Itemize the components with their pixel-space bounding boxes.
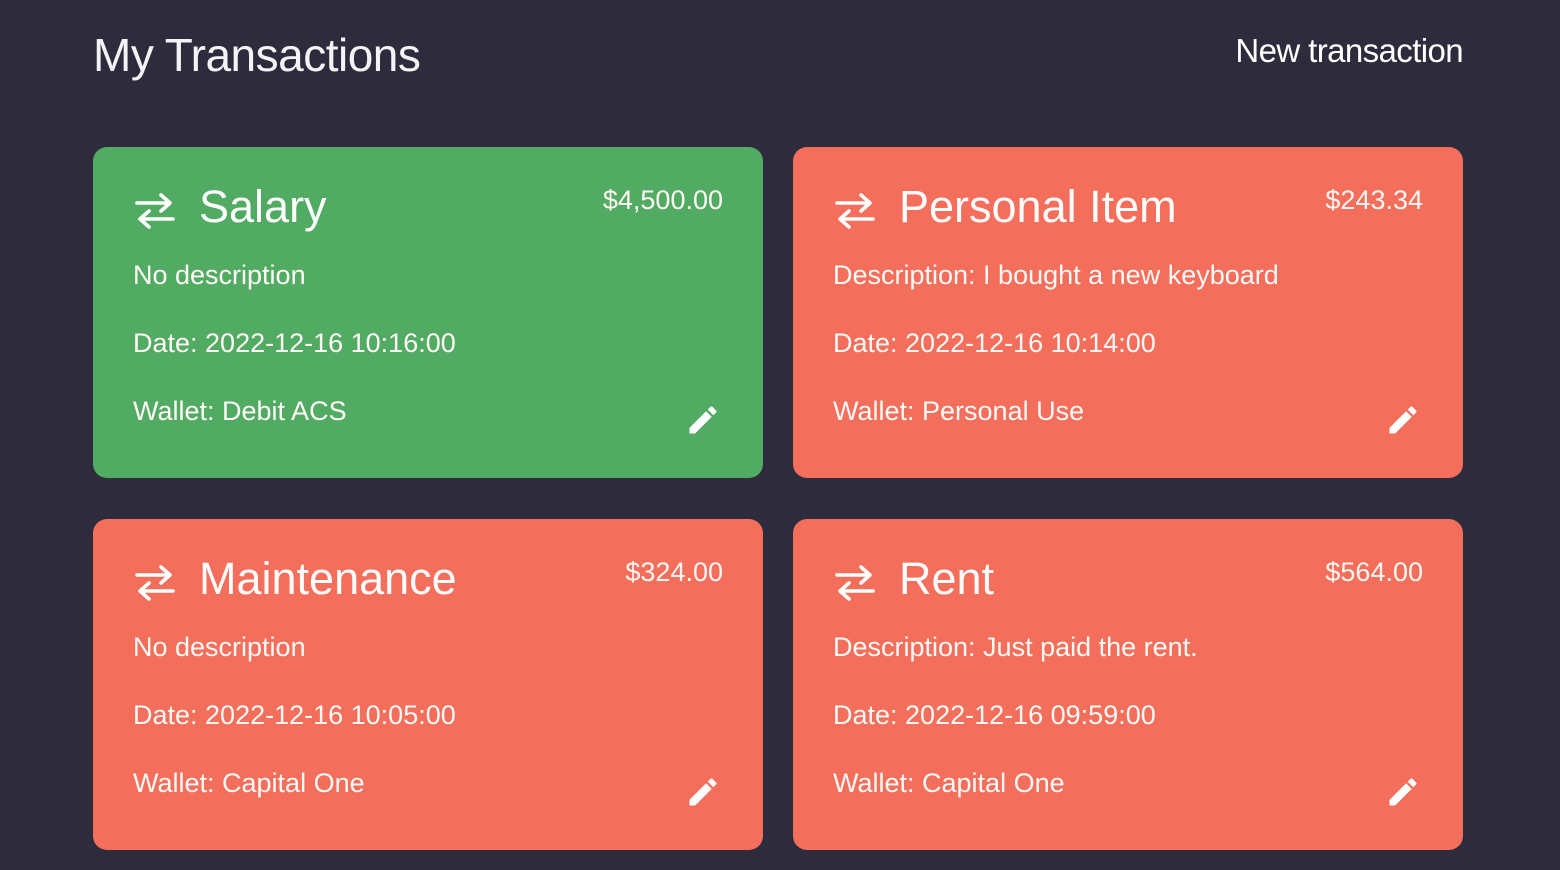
pencil-icon <box>689 406 717 434</box>
transaction-amount: $4,500.00 <box>602 185 723 215</box>
edit-transaction-button[interactable] <box>685 402 721 438</box>
swap-arrows-icon <box>133 191 177 231</box>
edit-transaction-button[interactable] <box>1385 774 1421 810</box>
card-header: Rent $564.00 <box>833 553 1423 609</box>
transaction-title: Maintenance <box>199 553 457 604</box>
transaction-wallet: Wallet: Capital One <box>133 768 365 798</box>
transaction-date: Date: 2022-12-16 10:16:00 <box>133 328 456 358</box>
transaction-amount: $564.00 <box>1325 557 1423 587</box>
transaction-amount: $324.00 <box>625 557 723 587</box>
page-title: My Transactions <box>93 29 421 81</box>
edit-transaction-button[interactable] <box>685 774 721 810</box>
transaction-description: Description: I bought a new keyboard <box>833 260 1279 290</box>
transaction-title: Personal Item <box>899 181 1177 232</box>
transaction-title: Salary <box>199 181 327 232</box>
page-header: My Transactions New transaction <box>93 28 1464 88</box>
transaction-wallet: Wallet: Capital One <box>833 768 1065 798</box>
transaction-amount: $243.34 <box>1325 185 1423 215</box>
transaction-card: Rent $564.00 Description: Just paid the … <box>793 519 1463 850</box>
transaction-description: Description: Just paid the rent. <box>833 632 1198 662</box>
swap-arrows-icon <box>833 563 877 603</box>
card-header: Maintenance $324.00 <box>133 553 723 609</box>
transaction-title: Rent <box>899 553 995 604</box>
transaction-description: No description <box>133 260 306 290</box>
transaction-date: Date: 2022-12-16 10:05:00 <box>133 700 456 730</box>
pencil-icon <box>1389 778 1417 806</box>
card-header: Salary $4,500.00 <box>133 181 723 237</box>
swap-arrows-icon <box>833 191 877 231</box>
pencil-icon <box>689 778 717 806</box>
transaction-wallet: Wallet: Debit ACS <box>133 396 347 426</box>
transaction-card: Maintenance $324.00 No description Date:… <box>93 519 763 850</box>
transaction-date: Date: 2022-12-16 10:14:00 <box>833 328 1156 358</box>
new-transaction-button[interactable]: New transaction <box>1235 32 1463 70</box>
transaction-date: Date: 2022-12-16 09:59:00 <box>833 700 1156 730</box>
edit-transaction-button[interactable] <box>1385 402 1421 438</box>
transaction-description: No description <box>133 632 306 662</box>
transaction-wallet: Wallet: Personal Use <box>833 396 1085 426</box>
swap-arrows-icon <box>133 563 177 603</box>
card-header: Personal Item $243.34 <box>833 181 1423 237</box>
transactions-grid: Salary $4,500.00 No description Date: 20… <box>93 147 1463 850</box>
transaction-card: Personal Item $243.34 Description: I bou… <box>793 147 1463 478</box>
transaction-card: Salary $4,500.00 No description Date: 20… <box>93 147 763 478</box>
pencil-icon <box>1389 406 1417 434</box>
